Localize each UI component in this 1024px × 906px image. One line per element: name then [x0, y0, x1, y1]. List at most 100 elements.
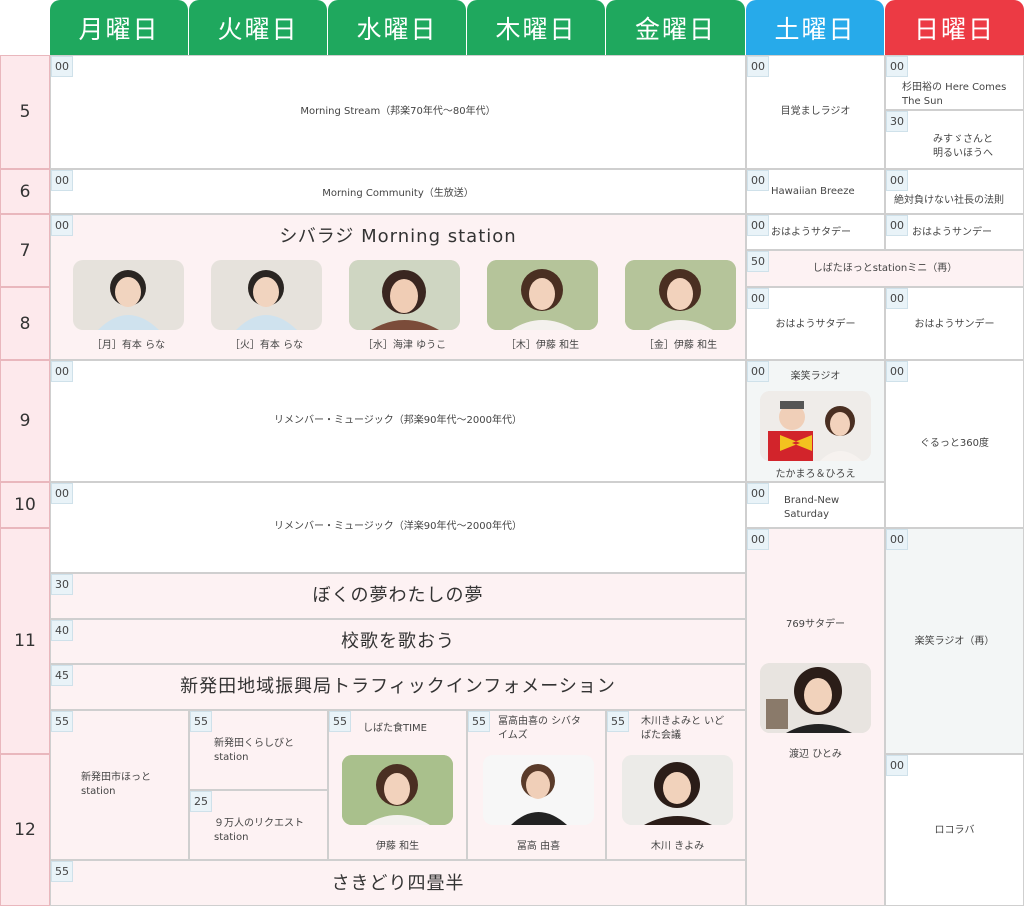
program-title: さきどり四畳半	[331, 873, 465, 894]
program-title: 楽笑ラジオ	[790, 371, 841, 382]
hour-6: 6	[0, 169, 50, 214]
host-photo	[625, 260, 736, 330]
minute-badge: 00	[747, 170, 769, 191]
program-morning-community[interactable]: 00 Morning Community（生放送）	[50, 169, 746, 214]
program-remember-en[interactable]: 00 リメンバー・ミュージック（洋楽90年代〜2000年代）	[50, 482, 746, 573]
program-title: 絶対負けない社長の法則	[894, 195, 1004, 206]
program-title: Morning Community（生放送）	[322, 188, 474, 199]
hour-7: 7	[0, 214, 50, 287]
program-title: Brand-New Saturday	[784, 495, 840, 520]
minute-badge: 55	[51, 711, 73, 732]
program-sun-rakusho-re[interactable]: 00 楽笑ラジオ（再）	[885, 528, 1024, 754]
host-photo	[760, 391, 871, 461]
hour-8: 8	[0, 287, 50, 360]
program-sat-rakusho[interactable]: 00 楽笑ラジオ たかまろ＆ひろえ	[746, 360, 885, 482]
program-title: おはようサンデー	[912, 227, 992, 238]
header-monday: 月曜日	[50, 0, 188, 55]
program-title: ９万人のリクエスト station	[214, 818, 304, 843]
program-title: 新発田地域振興局トラフィックインフォメーション	[180, 676, 616, 697]
header-wednesday: 水曜日	[328, 0, 466, 55]
program-sakidori[interactable]: 55 さきどり四畳半	[50, 860, 746, 906]
program-sat-brand-new[interactable]: 00 Brand-New Saturday	[746, 482, 885, 528]
program-sun-misuzu[interactable]: 30 みすゞさんと 明るいほうへ	[885, 110, 1024, 169]
program-thu-shibatimes[interactable]: 55 冨高由喜の シバタイムズ 冨高 由喜	[467, 710, 606, 860]
program-title: しばたほっとstationミニ（再）	[812, 263, 958, 274]
header-friday: 金曜日	[606, 0, 745, 55]
host-name: たかまろ＆ひろえ	[775, 469, 856, 480]
host-name: 渡辺 ひとみ	[789, 749, 842, 760]
minute-badge: 00	[51, 361, 73, 382]
program-wed-shokutime[interactable]: 55 しばた食TIME 伊藤 和生	[328, 710, 467, 860]
host-photo	[487, 260, 598, 330]
minute-badge: 00	[886, 529, 908, 550]
program-sat-769[interactable]: 00 769サタデー 渡辺 ひとみ	[746, 528, 885, 906]
minute-badge: 55	[468, 711, 490, 732]
minute-badge: 00	[51, 483, 73, 504]
program-sat-ohayo-2[interactable]: 00 おはようサタデー	[746, 287, 885, 360]
header-thursday: 木曜日	[467, 0, 605, 55]
program-title: 冨高由喜の シバタイムズ	[498, 716, 581, 741]
program-sat-mezamashi[interactable]: 00 目覚ましラジオ	[746, 55, 885, 169]
program-fri-idobata[interactable]: 55 木川きよみと いどばた会議 木川 きよみ	[606, 710, 746, 860]
hour-12: 12	[0, 754, 50, 906]
program-title: 楽笑ラジオ（再）	[914, 636, 995, 647]
host-name: ［金］伊藤 和生	[643, 340, 718, 351]
minute-badge: 55	[607, 711, 629, 732]
program-sun-ohayo-1[interactable]: 00 おはようサンデー	[885, 214, 1024, 250]
program-remember-jp[interactable]: 00 リメンバー・ミュージック（邦楽90年代〜2000年代）	[50, 360, 746, 482]
program-sun-sugita[interactable]: 00 杉田裕の Here Comes The Sun	[885, 55, 1024, 110]
program-title: みすゞさんと 明るいほうへ	[933, 134, 993, 159]
minute-badge: 00	[747, 56, 769, 77]
header-tuesday: 火曜日	[189, 0, 327, 55]
minute-badge: 00	[886, 215, 908, 236]
program-sun-ohayo-2[interactable]: 00 おはようサンデー	[885, 287, 1024, 360]
program-kouka[interactable]: 40 校歌を歌おう	[50, 619, 746, 664]
minute-badge: 00	[886, 288, 908, 309]
program-sat-hawaiian[interactable]: 00 Hawaiian Breeze	[746, 169, 885, 214]
program-title: 769サタデー	[785, 619, 846, 630]
host-photo	[760, 663, 871, 733]
program-sun-zettai[interactable]: 00 絶対負けない社長の法則	[885, 169, 1024, 214]
program-title: 杉田裕の Here Comes The Sun	[902, 82, 1007, 107]
program-title: 新発田くらしびと station	[214, 738, 294, 763]
program-tue-kurashibito[interactable]: 55 新発田くらしびと station	[189, 710, 328, 790]
program-mon-hotto-station[interactable]: 55 新発田市ほっと station	[50, 710, 189, 860]
host-name: ［水］海津 ゆうこ	[362, 340, 447, 351]
program-title: 木川きよみと いどばた会議	[641, 716, 725, 741]
program-sun-gurutto[interactable]: 00 ぐるっと360度	[885, 360, 1024, 528]
host-photo	[211, 260, 322, 330]
minute-badge: 00	[51, 56, 73, 77]
minute-badge: 30	[886, 111, 908, 132]
program-boku-no-yume[interactable]: 30 ぼくの夢わたしの夢	[50, 573, 746, 619]
program-title: ぼくの夢わたしの夢	[312, 585, 484, 606]
host-photo	[622, 755, 733, 825]
hour-11: 11	[0, 528, 50, 754]
program-title: Hawaiian Breeze	[771, 186, 855, 197]
program-title: リメンバー・ミュージック（邦楽90年代〜2000年代）	[274, 415, 522, 426]
hour-10: 10	[0, 482, 50, 528]
program-title: Morning Stream（邦楽70年代〜80年代）	[300, 106, 496, 117]
program-title: 新発田市ほっと station	[81, 772, 151, 797]
minute-badge: 00	[747, 215, 769, 236]
minute-badge: 00	[886, 755, 908, 776]
program-traffic-info[interactable]: 45 新発田地域振興局トラフィックインフォメーション	[50, 664, 746, 710]
host-name: 伊藤 和生	[375, 841, 420, 852]
host-photo	[349, 260, 460, 330]
program-sat-ohayo-1[interactable]: 00 おはようサタデー	[746, 214, 885, 250]
program-tue-request[interactable]: 25 ９万人のリクエスト station	[189, 790, 328, 860]
host-name: 冨高 由喜	[516, 841, 561, 852]
hour-9: 9	[0, 360, 50, 482]
program-sun-rokorabo[interactable]: 00 ロコラバ	[885, 754, 1024, 906]
minute-badge: 55	[329, 711, 351, 732]
host-photo	[73, 260, 184, 330]
program-morning-stream[interactable]: 00 Morning Stream（邦楽70年代〜80年代）	[50, 55, 746, 169]
program-hotto-mini[interactable]: 50 しばたほっとstationミニ（再）	[746, 250, 1024, 287]
program-title: シバラジ Morning station	[279, 226, 517, 247]
header-saturday: 土曜日	[746, 0, 884, 55]
minute-badge: 00	[886, 170, 908, 191]
minute-badge: 55	[190, 711, 212, 732]
program-title: おはようサタデー	[775, 319, 856, 330]
minute-badge: 00	[747, 529, 769, 550]
program-morning-station[interactable]: 00 シバラジ Morning station ［月］有本 らな ［火］有本 ら…	[50, 214, 746, 360]
host-photo	[483, 755, 594, 825]
